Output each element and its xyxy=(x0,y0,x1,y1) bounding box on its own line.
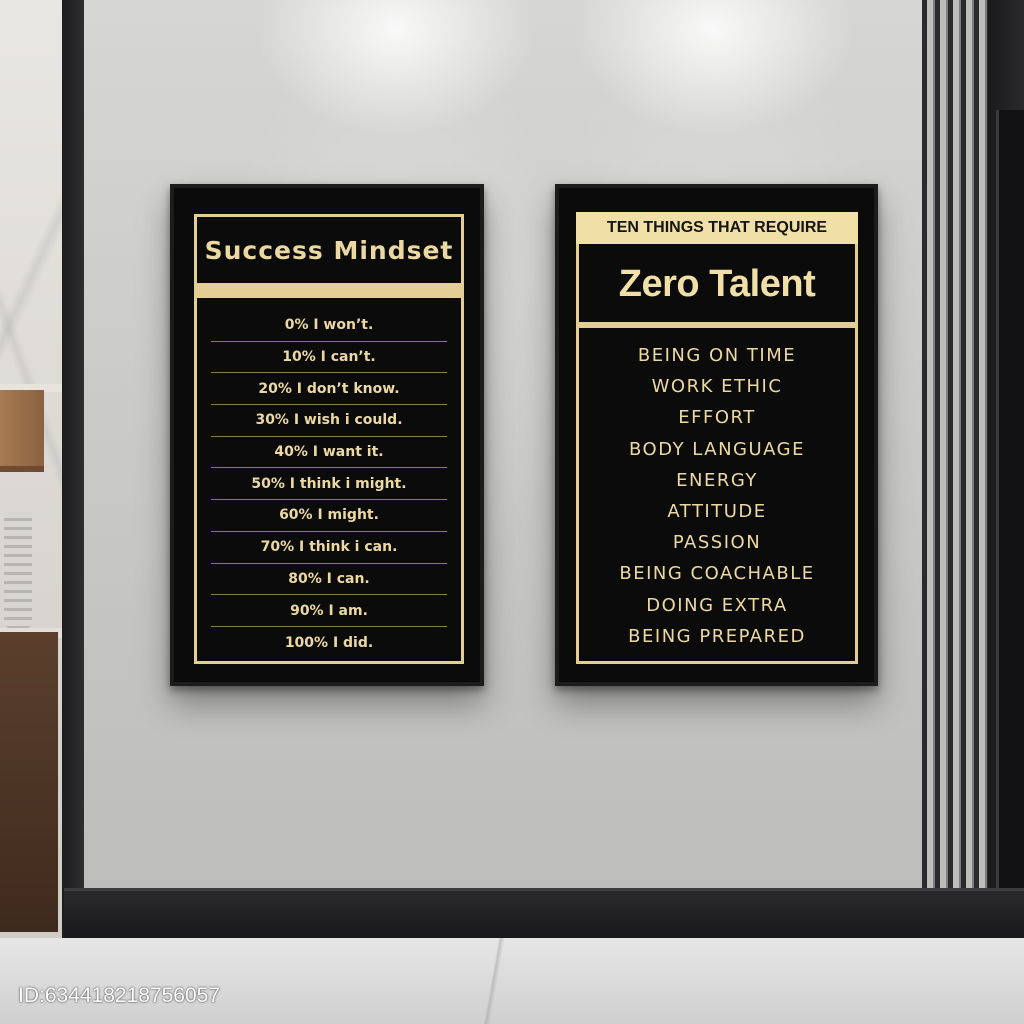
slatted-panel xyxy=(922,0,988,890)
list-item: ENERGY xyxy=(676,469,758,491)
list-item: 80% I can. xyxy=(211,564,447,596)
list-item: 40% I want it. xyxy=(211,437,447,469)
talent-list: BEING ON TIME WORK ETHIC EFFORT BODY LAN… xyxy=(579,340,855,652)
poster-list-box: 0% I won’t. 10% I can’t. 20% I don’t kno… xyxy=(194,298,464,664)
list-item: BEING COACHABLE xyxy=(619,563,815,585)
list-item: BODY LANGUAGE xyxy=(629,438,805,460)
poster-header: TEN THINGS THAT REQUIRE xyxy=(606,219,828,236)
list-item: DOING EXTRA xyxy=(646,594,788,616)
baseboard xyxy=(64,888,1024,941)
poster-divider xyxy=(194,286,464,298)
poster-title-box: Zero Talent xyxy=(576,244,858,324)
list-item: WORK ETHIC xyxy=(651,376,783,398)
list-item: 20% I don’t know. xyxy=(211,373,447,406)
list-item: PASSION xyxy=(672,532,762,554)
wall-frame-left xyxy=(62,0,84,940)
zero-talent-poster: TEN THINGS THAT REQUIRE Zero Talent BEIN… xyxy=(555,184,878,686)
poster-title: Zero Talent xyxy=(618,262,816,305)
marble-floor xyxy=(0,938,1024,1024)
list-item: 0% I won’t. xyxy=(211,310,447,342)
list-item: BEING ON TIME xyxy=(637,345,797,367)
list-item: 100% I did. xyxy=(284,634,374,651)
wood-cabinet xyxy=(0,632,58,932)
success-mindset-poster: Success Mindset 0% I won’t. 10% I can’t.… xyxy=(170,184,484,686)
list-item: 10% I can’t. xyxy=(211,342,447,374)
list-item: BEING PREPARED xyxy=(628,625,806,647)
mindset-list: 0% I won’t. 10% I can’t. 20% I don’t kno… xyxy=(211,310,447,659)
poster-header-band: TEN THINGS THAT REQUIRE xyxy=(576,212,858,244)
decor-vase xyxy=(4,512,32,628)
image-id-watermark: ID:634418218756057 xyxy=(18,984,221,1007)
list-item: EFFORT xyxy=(678,407,756,429)
list-item: 90% I am. xyxy=(211,595,447,627)
list-item: 30% I wish i could. xyxy=(211,405,447,437)
list-item: 70% I think i can. xyxy=(211,532,447,564)
wood-shelf xyxy=(0,390,44,472)
room-scene: Success Mindset 0% I won’t. 10% I can’t.… xyxy=(0,0,1024,1024)
poster-title: Success Mindset xyxy=(204,235,454,265)
list-item: 60% I might. xyxy=(211,500,447,532)
door-edge xyxy=(996,110,1024,940)
list-item: 50% I think i might. xyxy=(211,468,447,501)
poster-title-box: Success Mindset xyxy=(194,214,464,286)
poster-list-box: BEING ON TIME WORK ETHIC EFFORT BODY LAN… xyxy=(576,328,858,664)
list-item: ATTITUDE xyxy=(667,501,767,523)
